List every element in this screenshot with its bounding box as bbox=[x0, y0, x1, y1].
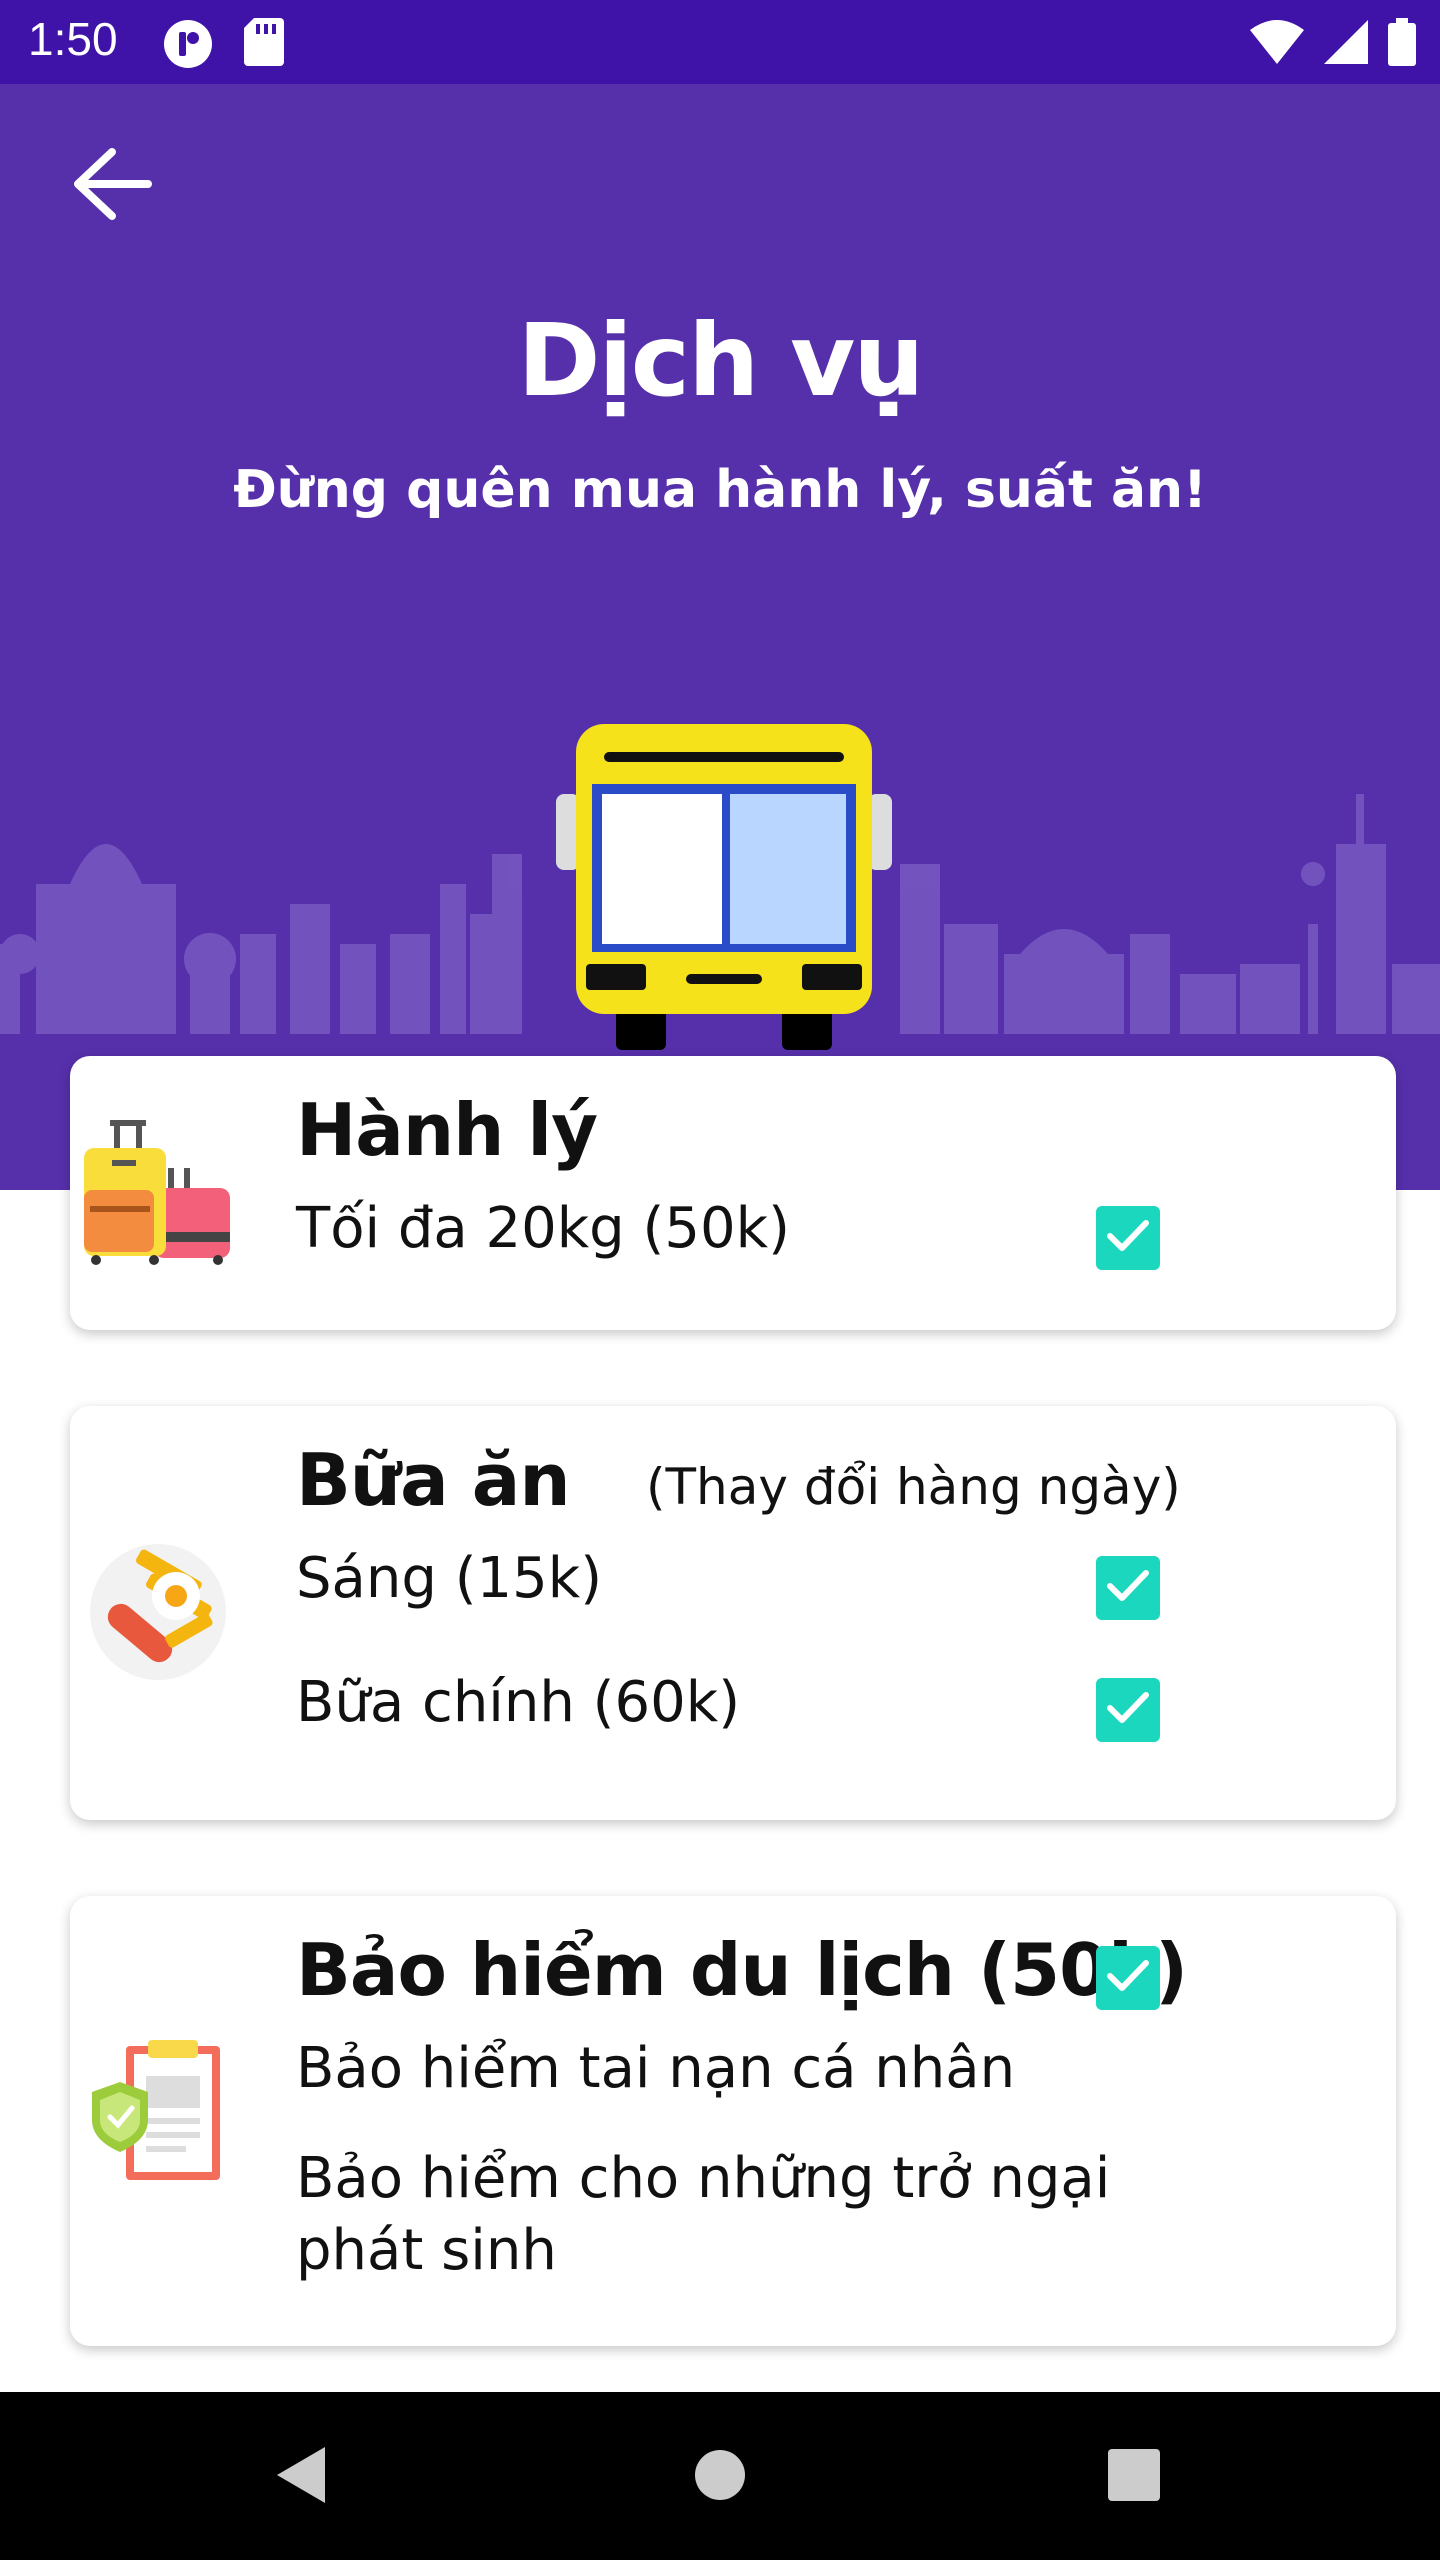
insurance-title: Bảo hiểm du lịch (50k) bbox=[296, 1928, 1188, 2012]
sd-card-icon bbox=[244, 18, 284, 74]
breakfast-checkbox[interactable] bbox=[1096, 1556, 1160, 1620]
luggage-checkbox[interactable] bbox=[1096, 1206, 1160, 1270]
luggage-option-label: Tối đa 20kg (50k) bbox=[296, 1196, 790, 1261]
back-button[interactable] bbox=[60, 134, 164, 238]
check-icon bbox=[1106, 1690, 1150, 1730]
insurance-line-2: Bảo hiểm cho những trở ngại bbox=[296, 2146, 1111, 2211]
arrow-left-icon bbox=[72, 148, 152, 224]
status-bar: 1:50 bbox=[0, 0, 1440, 84]
check-icon bbox=[1106, 1218, 1150, 1258]
check-icon bbox=[1106, 1568, 1150, 1608]
bus-illustration bbox=[556, 724, 892, 1050]
breakfast-label: Sáng (15k) bbox=[296, 1546, 603, 1611]
hero-header: Dịch vụ Đừng quên mua hành lý, suất ăn! bbox=[0, 84, 1440, 1190]
page-title: Dịch vụ bbox=[517, 302, 925, 419]
insurance-line-3: phát sinh bbox=[296, 2218, 557, 2283]
home-circle-icon bbox=[694, 2449, 746, 2505]
page-subtitle: Đừng quên mua hành lý, suất ăn! bbox=[233, 460, 1207, 520]
battery-icon bbox=[1388, 18, 1416, 70]
meal-plate-icon bbox=[88, 1542, 228, 1686]
status-time: 1:50 bbox=[28, 13, 118, 65]
check-icon bbox=[1106, 1958, 1150, 1998]
wifi-icon bbox=[1250, 20, 1304, 68]
main-meal-checkbox[interactable] bbox=[1096, 1678, 1160, 1742]
insurance-document-icon bbox=[90, 2040, 230, 2194]
recents-square-icon bbox=[1107, 2448, 1161, 2506]
back-triangle-icon bbox=[271, 2443, 331, 2511]
meals-title: Bữa ăn bbox=[296, 1438, 571, 1522]
nav-back-button[interactable] bbox=[256, 2432, 346, 2522]
luggage-icon bbox=[84, 1120, 230, 1270]
nav-recents-button[interactable] bbox=[1089, 2432, 1179, 2522]
luggage-title: Hành lý bbox=[296, 1088, 598, 1172]
meals-note: (Thay đổi hàng ngày) bbox=[646, 1458, 1181, 1516]
insurance-card: Bảo hiểm du lịch (50k) Bảo hiểm tai nạn … bbox=[70, 1896, 1396, 2346]
insurance-line-1: Bảo hiểm tai nạn cá nhân bbox=[296, 2036, 1016, 2101]
signal-icon bbox=[1324, 20, 1368, 68]
nav-home-button[interactable] bbox=[675, 2432, 765, 2522]
system-nav-bar bbox=[0, 2392, 1440, 2560]
meals-card: Bữa ăn (Thay đổi hàng ngày) Sáng (15k) B… bbox=[70, 1406, 1396, 1820]
app-icon bbox=[162, 18, 214, 74]
insurance-checkbox[interactable] bbox=[1096, 1946, 1160, 2010]
main-meal-label: Bữa chính (60k) bbox=[296, 1670, 741, 1735]
luggage-card[interactable]: Hành lý Tối đa 20kg (50k) bbox=[70, 1056, 1396, 1330]
